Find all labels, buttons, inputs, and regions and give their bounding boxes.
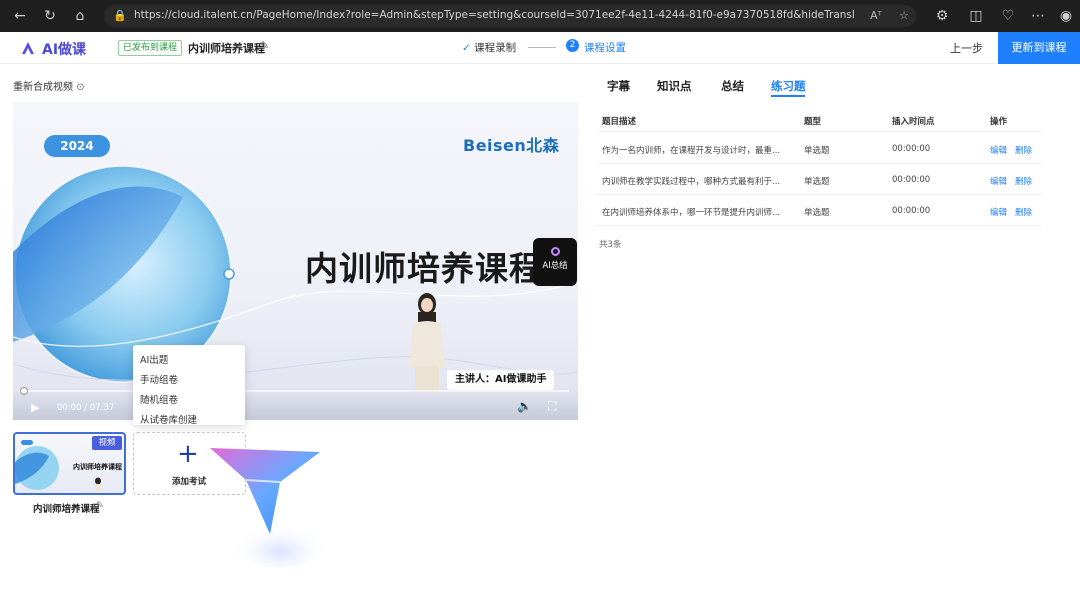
delete-link[interactable]: 删除 bbox=[1015, 144, 1032, 156]
column-header-type: 题型 bbox=[804, 117, 822, 127]
video-player[interactable]: 2024 Beisen北森 内训师培养课程 AI总结 主讲人：AI做课助手 ▶ … bbox=[13, 102, 578, 420]
step2-number: 2 bbox=[566, 39, 579, 52]
fullscreen-icon[interactable]: ⛶ bbox=[548, 399, 556, 414]
year-badge: 2024 bbox=[44, 135, 110, 157]
regenerate-video-link[interactable]: 重新合成视频 ⊙ bbox=[13, 78, 85, 93]
edit-link[interactable]: 编辑 bbox=[990, 175, 1007, 187]
extensions-icon[interactable]: ⚙ bbox=[932, 6, 952, 26]
status-badge: 已发布到课程 bbox=[118, 40, 183, 56]
thumbnail-caption: 内训师培养课程 bbox=[33, 504, 100, 515]
video-thumbnail[interactable]: 视频 内训师培养课程 bbox=[13, 432, 126, 495]
paper-plane-cursor-icon bbox=[210, 448, 330, 568]
ai-summary-icon bbox=[550, 247, 560, 256]
browser-toolbar: ← ↻ ⌂ 🔒 https://cloud.italent.cn/PageHom… bbox=[0, 0, 1080, 32]
reload-icon[interactable]: ↻ bbox=[40, 6, 60, 26]
edit-icon[interactable]: ✎ bbox=[260, 39, 269, 52]
question-description: 内训师在教学实践过程中，哪种方式最有利于... bbox=[602, 177, 781, 187]
tab-subtitles[interactable]: 字幕 bbox=[607, 78, 630, 94]
tab-knowledge-points[interactable]: 知识点 bbox=[657, 78, 692, 94]
plus-icon: + bbox=[177, 439, 199, 469]
logo-icon bbox=[22, 42, 34, 54]
question-type: 单选题 bbox=[804, 146, 830, 156]
question-description: 在内训师培养体系中，哪一环节是提升内训师... bbox=[602, 208, 781, 218]
ai-summary-label: AI总结 bbox=[542, 261, 568, 271]
read-aloud-icon[interactable]: Aᵀ bbox=[868, 8, 884, 24]
volume-icon[interactable]: 🔈 bbox=[517, 399, 532, 413]
play-icon[interactable]: ▶ bbox=[31, 401, 39, 414]
app-header: AI做课 已发布到课程 内训师培养课程 ✎ ✓ 课程录制 2 课程设置 上一步 … bbox=[0, 32, 1080, 64]
menu-item-manual-compose[interactable]: 手动组卷 bbox=[140, 372, 178, 386]
add-exam-menu: AI出题 手动组卷 随机组卷 从试卷库创建 bbox=[133, 345, 245, 426]
refresh-icon: ⊙ bbox=[76, 82, 85, 93]
menu-item-ai-generate[interactable]: AI出题 bbox=[140, 352, 168, 366]
video-controls: ▶ 00:00 / 07:37 🔈 ⛶ bbox=[13, 387, 578, 420]
prev-step-button[interactable]: 上一步 bbox=[950, 40, 983, 56]
update-course-button[interactable]: 更新到课程 bbox=[998, 32, 1080, 64]
table-divider bbox=[596, 163, 1042, 164]
active-tab-indicator bbox=[771, 95, 805, 97]
menu-item-random-compose[interactable]: 随机组卷 bbox=[140, 392, 178, 406]
column-header-insert-time: 插入时间点 bbox=[892, 117, 935, 127]
collections-icon[interactable]: ♡ bbox=[998, 6, 1018, 26]
edit-link[interactable]: 编辑 bbox=[990, 206, 1007, 218]
step-divider bbox=[528, 47, 556, 48]
question-description: 作为一名内训师，在课程开发与设计时，最重... bbox=[602, 146, 781, 156]
step1-label: 课程录制 bbox=[474, 42, 517, 54]
thumbnail-title: 内训师培养课程 bbox=[73, 463, 122, 471]
table-divider bbox=[596, 225, 1042, 226]
course-title: 内训师培养课程 bbox=[188, 42, 265, 55]
delete-link[interactable]: 删除 bbox=[1015, 175, 1032, 187]
column-header-description: 题目描述 bbox=[602, 117, 637, 127]
slide-title: 内训师培养课程 bbox=[305, 249, 543, 288]
step-course-settings[interactable]: 课程设置 bbox=[584, 40, 626, 55]
tab-exercises[interactable]: 练习题 bbox=[771, 78, 806, 94]
home-icon[interactable]: ⌂ bbox=[70, 6, 90, 26]
column-header-actions: 操作 bbox=[990, 117, 1008, 127]
insert-time: 00:00:00 bbox=[892, 206, 931, 216]
step-course-recording[interactable]: ✓ 课程录制 bbox=[462, 40, 516, 55]
presenter-avatar bbox=[409, 293, 445, 392]
progress-bar[interactable] bbox=[19, 387, 569, 395]
tab-summary[interactable]: 总结 bbox=[721, 78, 744, 94]
logo-text: AI做课 bbox=[42, 42, 87, 58]
menu-item-from-library[interactable]: 从试卷库创建 bbox=[140, 412, 197, 426]
question-type: 单选题 bbox=[804, 177, 830, 187]
table-divider bbox=[596, 194, 1042, 195]
insert-time: 00:00:00 bbox=[892, 175, 931, 185]
check-icon: ✓ bbox=[462, 42, 475, 54]
edge-copilot-icon[interactable]: ◉ bbox=[1056, 6, 1076, 26]
progress-knob[interactable] bbox=[20, 387, 28, 395]
lock-icon[interactable]: 🔒 bbox=[112, 8, 128, 24]
address-bar[interactable]: 🔒 https://cloud.italent.cn/PageHome/Inde… bbox=[104, 5, 916, 27]
url-text[interactable]: https://cloud.italent.cn/PageHome/Index?… bbox=[134, 9, 854, 21]
brand-logo: Beisen北森 bbox=[463, 136, 560, 155]
delete-link[interactable]: 删除 bbox=[1015, 206, 1032, 218]
table-divider bbox=[596, 131, 1042, 132]
more-menu-icon[interactable]: ⋯ bbox=[1028, 6, 1048, 26]
back-icon[interactable]: ← bbox=[10, 6, 30, 26]
ai-summary-button[interactable]: AI总结 bbox=[533, 238, 577, 286]
split-screen-icon[interactable]: ◫ bbox=[966, 6, 986, 26]
total-count: 共3条 bbox=[599, 240, 622, 250]
insert-time: 00:00:00 bbox=[892, 144, 931, 154]
video-badge: 视频 bbox=[92, 436, 122, 450]
edit-link[interactable]: 编辑 bbox=[990, 144, 1007, 156]
time-display: 00:00 / 07:37 bbox=[57, 403, 115, 413]
favorite-star-icon[interactable]: ☆ bbox=[896, 8, 912, 24]
question-type: 单选题 bbox=[804, 208, 830, 218]
edit-icon[interactable]: ✎ bbox=[96, 500, 104, 511]
regen-label: 重新合成视频 bbox=[13, 82, 73, 93]
presenter-label: 主讲人：AI做课助手 bbox=[447, 370, 555, 390]
